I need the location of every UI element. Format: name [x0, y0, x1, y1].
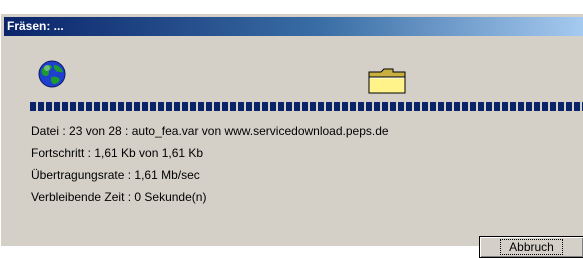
folder-icon — [368, 68, 406, 94]
cancel-button-label: Abbruch — [500, 239, 563, 255]
title-bar[interactable]: Fräsen: ... — [4, 17, 583, 36]
globe-icon — [38, 60, 66, 88]
cancel-button[interactable]: Abbruch — [479, 236, 583, 258]
file-status-text: Datei : 23 von 28 : auto_fea.var von www… — [31, 124, 389, 138]
remaining-time-text: Verbleibende Zeit : 0 Sekunde(n) — [31, 190, 207, 204]
progress-bar — [30, 102, 583, 111]
progress-fill — [30, 102, 583, 111]
window-title: Fräsen: ... — [7, 19, 64, 33]
download-dialog: Fräsen: ... Datei : 23 von 28 : auto_fea… — [0, 13, 583, 258]
progress-status-text: Fortschritt : 1,61 Kb von 1,61 Kb — [31, 146, 204, 160]
transfer-rate-text: Übertragungsrate : 1,61 Mb/sec — [31, 168, 200, 182]
